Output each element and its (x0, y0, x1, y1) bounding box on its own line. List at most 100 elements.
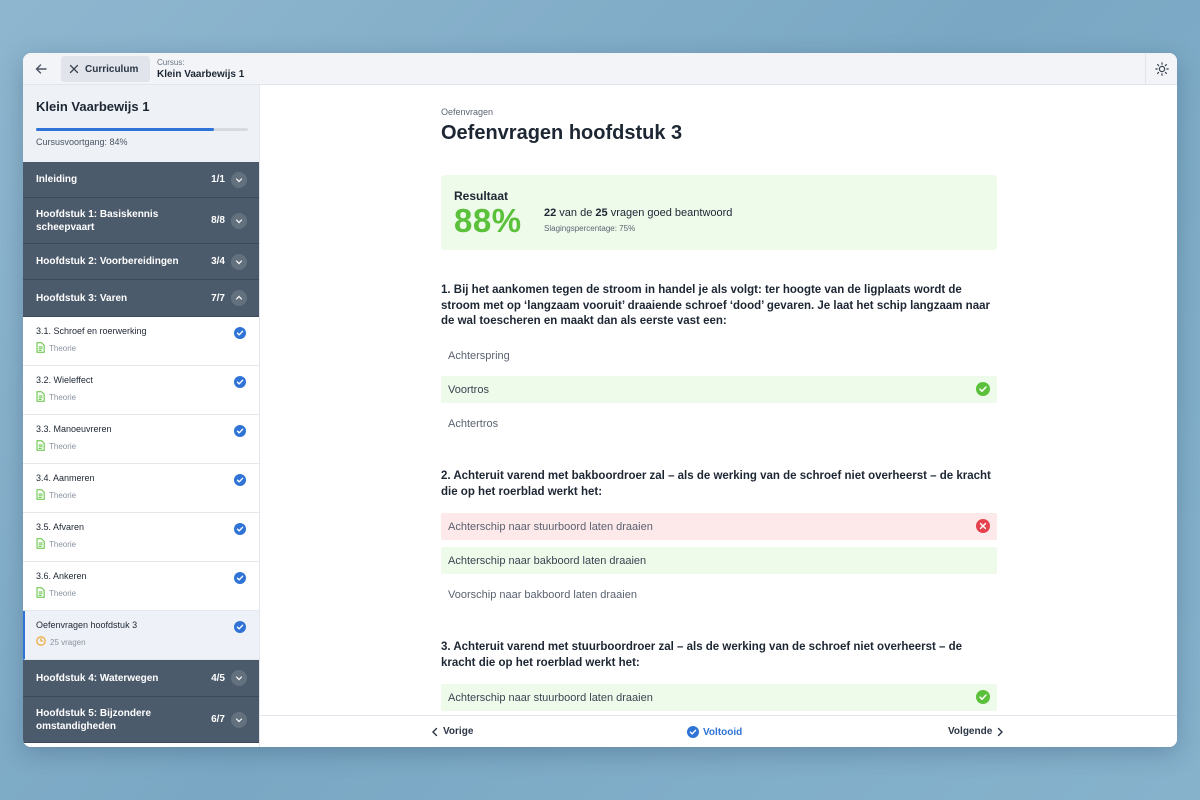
sidebar-item-active[interactable]: Oefenvragen hoofdstuk 3 25 vragen (23, 611, 259, 660)
option-label: Achtertros (448, 417, 499, 430)
pass-rate: Slagingspercentage: 75% (544, 224, 636, 233)
sidebar-chapter-inleiding[interactable]: Inleiding 1/1 (23, 162, 259, 198)
check-circle-icon (234, 473, 246, 491)
check-circle-icon (234, 620, 246, 638)
check-circle-icon (687, 726, 699, 738)
lesson-list: 3.1. Schroef en roerwerking Theorie 3.2. W… (23, 317, 259, 660)
back-button[interactable] (29, 57, 53, 81)
sidebar-lesson-item[interactable]: 3.4. Aanmeren Theorie (23, 464, 259, 513)
result-percent: 88% (454, 202, 522, 239)
sidebar-chapter-4[interactable]: Hoofdstuk 4: Waterwegen 4/5 (23, 660, 259, 697)
theme-toggle-button[interactable] (1145, 53, 1177, 85)
lesson-type: Theorie (49, 491, 77, 500)
course-progress-bar (36, 128, 248, 131)
document-icon (36, 489, 45, 502)
document-icon (36, 587, 45, 600)
answer-option[interactable]: Voorschip naar bakboord laten draaien (441, 581, 997, 608)
answer-option-wrong[interactable]: Achterschip naar stuurboord laten draaie… (441, 513, 997, 540)
top-bar: Curriculum Cursus: Klein Vaarbewijs 1 (23, 53, 1177, 85)
answer-option[interactable]: Achtertros (441, 410, 997, 437)
course-name: Klein Vaarbewijs 1 (157, 69, 245, 80)
sidebar-lesson-item[interactable]: 3.2. Wieleffect Theorie (23, 366, 259, 415)
lesson-title: 3.2. Wieleffect (36, 375, 93, 385)
lesson-meta: Theorie (36, 342, 246, 355)
app-window: Curriculum Cursus: Klein Vaarbewijs 1 Kl… (23, 53, 1177, 747)
option-label: Voorschip naar bakboord laten draaien (448, 588, 637, 601)
close-icon (69, 64, 79, 74)
chevron-down-icon[interactable] (231, 711, 247, 728)
sidebar-course-title: Klein Vaarbewijs 1 (36, 99, 150, 114)
sidebar-chapter-3[interactable]: Hoofdstuk 3: Varen 7/7 (23, 280, 259, 317)
answer-option-correct[interactable]: Voortros (441, 376, 997, 403)
chevron-down-icon[interactable] (231, 253, 247, 270)
option-label: Achterschip naar stuurboord laten draaie… (448, 520, 653, 533)
page-title: Oefenvragen hoofdstuk 3 (441, 122, 683, 144)
lesson-type: 25 vragen (50, 637, 86, 647)
curriculum-label: Curriculum (85, 63, 139, 75)
document-icon (36, 538, 45, 551)
document-icon (36, 391, 45, 404)
chapter-title: Inleiding (36, 174, 78, 185)
result-text-mid1: van de (556, 207, 596, 219)
chapter-title: Hoofdstuk 4: Waterwegen (36, 672, 159, 684)
chevron-down-icon[interactable] (231, 171, 247, 188)
sidebar-lesson-item[interactable]: 3.3. Manoeuvreren Theorie (23, 415, 259, 464)
lesson-meta: Theorie (36, 391, 246, 404)
question-3: 3. Achteruit varend met stuurboordroer z… (441, 641, 963, 669)
lesson-meta: 25 vragen (36, 636, 246, 648)
lesson-title: Oefenvragen hoofdstuk 3 (36, 620, 138, 630)
page-eyebrow: Oefenvragen (441, 107, 494, 117)
result-label: Resultaat (454, 189, 509, 203)
sidebar-chapter-2[interactable]: Hoofdstuk 2: Voorbereidingen 3/4 (23, 244, 259, 280)
chapter-title: Hoofdstuk 1: Basiskennis scheepvaart (36, 208, 159, 233)
lesson-title: 3.1. Schroef en roerwerking (36, 326, 147, 336)
sidebar-chapter-5[interactable]: Hoofdstuk 5: Bijzondere omstandigheden 6… (23, 697, 259, 743)
completed-button[interactable]: Voltooid (687, 726, 742, 738)
main-content: Oefenvragen Oefenvragen hoofdstuk 3 Resu… (260, 85, 1177, 715)
course-label: Cursus: (157, 58, 185, 67)
sidebar-lesson-item[interactable]: 3.5. Afvaren Theorie (23, 513, 259, 562)
chevron-up-icon[interactable] (231, 290, 247, 306)
previous-button[interactable]: Vorige (431, 726, 473, 737)
answer-option[interactable]: Achterspring (441, 342, 997, 369)
chapter-count: 3/4 (211, 256, 225, 267)
next-label: Volgende (948, 726, 993, 737)
result-total-count: 25 (595, 207, 608, 219)
curriculum-button[interactable]: Curriculum (61, 56, 150, 82)
answer-option-correct[interactable]: Achterschip naar stuurboord laten draaie… (441, 684, 997, 711)
result-correct-count: 22 (544, 207, 557, 219)
sidebar-lesson-item[interactable]: 3.1. Schroef en roerwerking Theorie (23, 317, 259, 366)
sidebar-lesson-item[interactable]: 3.6. Ankeren Theorie (23, 562, 259, 611)
check-circle-icon (234, 375, 246, 393)
sun-icon (1154, 62, 1169, 76)
lesson-title: 3.6. Ankeren (36, 571, 87, 581)
option-label: Achterschip naar bakboord laten draaien (448, 554, 647, 567)
chapter-count: 8/8 (211, 215, 225, 226)
completed-label: Voltooid (703, 726, 743, 738)
x-circle-icon (976, 519, 990, 533)
lesson-type: Theorie (49, 589, 77, 598)
chapter-count: 6/7 (211, 714, 225, 725)
sidebar-chapter-1[interactable]: Hoofdstuk 1: Basiskennis scheepvaart 8/8 (23, 198, 259, 244)
check-circle-icon (234, 424, 246, 442)
option-label: Achterspring (448, 349, 510, 362)
chapter-count: 7/7 (211, 292, 225, 304)
chevron-down-icon[interactable] (231, 670, 247, 686)
previous-label: Vorige (443, 726, 474, 737)
chapter-title: Hoofdstuk 5: Bijzondere omstandigheden (36, 707, 152, 732)
lesson-type: Theorie (49, 442, 77, 451)
lesson-meta: Theorie (36, 489, 246, 502)
check-circle-icon (234, 571, 246, 589)
lesson-meta: Theorie (36, 440, 246, 453)
result-card: Resultaat 88% 22 van de 25 vragen goed b… (441, 175, 997, 250)
check-circle-icon (976, 382, 990, 396)
clock-icon (36, 636, 46, 648)
answer-option-correct[interactable]: Achterschip naar bakboord laten draaien (441, 547, 997, 574)
next-button[interactable]: Volgende (948, 726, 1004, 737)
chevron-down-icon[interactable] (231, 212, 247, 229)
chapter-count: 4/5 (211, 672, 225, 684)
lesson-type: Theorie (49, 344, 77, 353)
course-progress-fill (36, 128, 215, 131)
chapter-title: Hoofdstuk 3: Varen (36, 292, 128, 304)
check-circle-icon (234, 326, 246, 344)
